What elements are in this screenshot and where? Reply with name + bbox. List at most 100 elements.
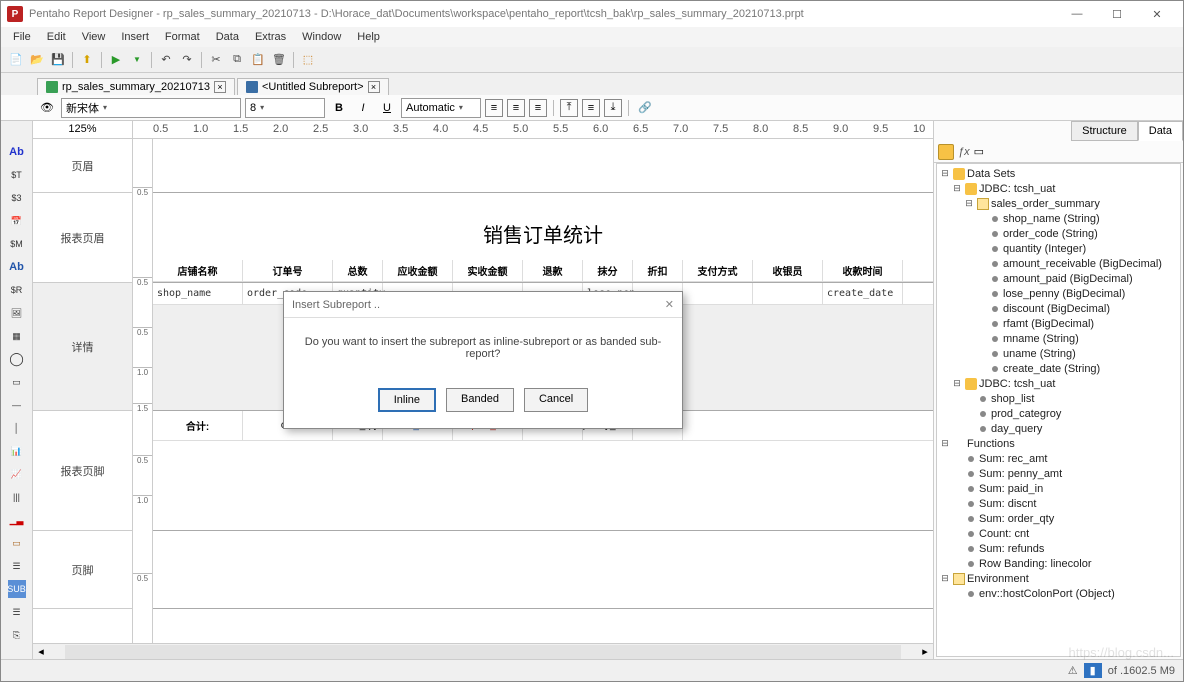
tree-node[interactable]: create_date (String) <box>937 361 1180 376</box>
tree-node[interactable]: ⊟ sales_order_summary <box>937 196 1180 211</box>
ellipse-tool[interactable]: ◯ <box>8 350 26 368</box>
hline-tool[interactable]: — <box>8 396 26 414</box>
undo-icon[interactable]: ↶ <box>157 51 175 69</box>
banded-button[interactable]: Banded <box>446 388 514 412</box>
select-icon[interactable]: ⬚ <box>299 51 317 69</box>
menu-help[interactable]: Help <box>351 29 386 45</box>
fx-icon[interactable]: ƒx <box>958 146 970 158</box>
tab-structure[interactable]: Structure <box>1071 121 1138 141</box>
tree-node[interactable]: ⊟ JDBC: tcsh_uat <box>937 376 1180 391</box>
h-scrollbar[interactable]: ◂▸ <box>33 643 933 659</box>
env-icon[interactable]: ▭ <box>974 145 984 158</box>
date-field-tool[interactable]: 📅 <box>8 212 26 230</box>
column-header[interactable]: 实收金额 <box>453 260 523 281</box>
tree-node[interactable]: Sum: discnt <box>937 496 1180 511</box>
minimize-button[interactable]: — <box>1057 2 1097 26</box>
tree-node[interactable]: ⊟ Environment <box>937 571 1180 586</box>
font-family-combo[interactable]: 新宋体▾ <box>61 98 241 118</box>
tree-node[interactable]: quantity (Integer) <box>937 241 1180 256</box>
link-button[interactable]: 🔗 <box>635 98 655 118</box>
label-tool[interactable]: Ab <box>8 143 26 161</box>
color-combo[interactable]: Automatic▾ <box>401 98 481 118</box>
rectangle-tool[interactable]: ▭ <box>8 373 26 391</box>
tree-node[interactable]: prod_categroy <box>937 406 1180 421</box>
chart-tool[interactable]: 📈 <box>8 465 26 483</box>
tree-node[interactable]: amount_paid (BigDecimal) <box>937 271 1180 286</box>
tree-node[interactable]: ⊟ Data Sets <box>937 166 1180 181</box>
image-tool[interactable]: 🖼 <box>8 304 26 322</box>
band-page-footer[interactable] <box>153 531 933 609</box>
sparkline-tool[interactable]: ▁▃ <box>8 511 26 529</box>
text-field-tool[interactable]: $T <box>8 166 26 184</box>
menu-insert[interactable]: Insert <box>115 29 155 45</box>
band-tool[interactable]: ▭ <box>8 534 26 552</box>
tree-node[interactable]: Sum: penny_amt <box>937 466 1180 481</box>
toc-tool[interactable]: ☰ <box>8 603 26 621</box>
run-menu-icon[interactable]: ▼ <box>128 51 146 69</box>
close-button[interactable]: ✕ <box>1137 2 1177 26</box>
tree-node[interactable]: Row Banding: linecolor <box>937 556 1180 571</box>
valign-top-button[interactable]: ⤒ <box>560 99 578 117</box>
tree-node[interactable]: shop_name (String) <box>937 211 1180 226</box>
tree-node[interactable]: Sum: refunds <box>937 541 1180 556</box>
field-cell[interactable] <box>683 283 753 304</box>
run-icon[interactable]: ▶ <box>107 51 125 69</box>
message-field-tool[interactable]: $M <box>8 235 26 253</box>
menu-edit[interactable]: Edit <box>41 29 72 45</box>
column-header[interactable]: 应收金额 <box>383 260 453 281</box>
band-page-header[interactable] <box>153 139 933 193</box>
tab-data[interactable]: Data <box>1138 121 1183 141</box>
copy-icon[interactable]: ⧉ <box>228 51 246 69</box>
maximize-button[interactable]: ☐ <box>1097 2 1137 26</box>
column-header[interactable]: 退款 <box>523 260 583 281</box>
field-cell[interactable]: create_date <box>823 283 903 304</box>
tree-node[interactable]: Count: cnt <box>937 526 1180 541</box>
external-tool[interactable]: ⎘ <box>8 626 26 644</box>
tree-node[interactable]: ⊟ Functions <box>937 436 1180 451</box>
redo-icon[interactable]: ↷ <box>178 51 196 69</box>
open-icon[interactable]: 📂 <box>28 51 46 69</box>
bold-button[interactable]: B <box>329 98 349 118</box>
tree-node[interactable]: Sum: paid_in <box>937 481 1180 496</box>
menu-format[interactable]: Format <box>159 29 206 45</box>
column-header[interactable]: 收款时间 <box>823 260 903 281</box>
tree-node[interactable]: discount (BigDecimal) <box>937 301 1180 316</box>
tree-node[interactable]: ⊟ JDBC: tcsh_uat <box>937 181 1180 196</box>
tree-node[interactable]: amount_receivable (BigDecimal) <box>937 256 1180 271</box>
cancel-button[interactable]: Cancel <box>524 388 588 412</box>
field-cell[interactable] <box>753 283 823 304</box>
align-center-button[interactable]: ≡ <box>507 99 525 117</box>
tree-node[interactable]: lose_penny (BigDecimal) <box>937 286 1180 301</box>
tab-subreport[interactable]: <Untitled Subreport> × <box>237 78 389 95</box>
menu-file[interactable]: File <box>7 29 37 45</box>
field-cell[interactable]: shop_name <box>153 283 243 304</box>
survey-scale-tool[interactable]: 📊 <box>8 442 26 460</box>
visibility-icon[interactable]: 👁 <box>37 101 57 114</box>
subreport-tool[interactable]: SUB <box>8 580 26 598</box>
barcode-tool[interactable]: ||| <box>8 488 26 506</box>
tab-report-close[interactable]: × <box>214 81 226 93</box>
font-size-combo[interactable]: 8▾ <box>245 98 325 118</box>
save-icon[interactable]: 💾 <box>49 51 67 69</box>
column-header[interactable]: 订单号 <box>243 260 333 281</box>
column-header[interactable]: 收银员 <box>753 260 823 281</box>
menu-window[interactable]: Window <box>296 29 347 45</box>
inline-button[interactable]: Inline <box>378 388 436 412</box>
band-report-footer[interactable]: 合计:cntorder_qtyrec_amtpaid_inrefundspenn… <box>153 411 933 531</box>
tree-node[interactable]: mname (String) <box>937 331 1180 346</box>
tree-node[interactable]: day_query <box>937 421 1180 436</box>
tab-report[interactable]: rp_sales_summary_20210713 × <box>37 78 235 95</box>
data-tree[interactable]: ⊟ Data Sets⊟ JDBC: tcsh_uat⊟ sales_order… <box>936 163 1181 657</box>
dialog-close-icon[interactable]: ✕ <box>665 298 674 311</box>
tree-node[interactable]: order_code (String) <box>937 226 1180 241</box>
add-datasource-icon[interactable] <box>938 144 954 160</box>
column-header[interactable]: 支付方式 <box>683 260 753 281</box>
cut-icon[interactable]: ✂ <box>207 51 225 69</box>
menu-extras[interactable]: Extras <box>249 29 292 45</box>
column-header[interactable]: 店铺名称 <box>153 260 243 281</box>
report-title[interactable]: 销售订单统计 <box>153 219 933 248</box>
resource-label-tool[interactable]: Ab <box>8 258 26 276</box>
valign-bottom-button[interactable]: ⤓ <box>604 99 622 117</box>
underline-button[interactable]: U <box>377 98 397 118</box>
tab-subreport-close[interactable]: × <box>368 81 380 93</box>
